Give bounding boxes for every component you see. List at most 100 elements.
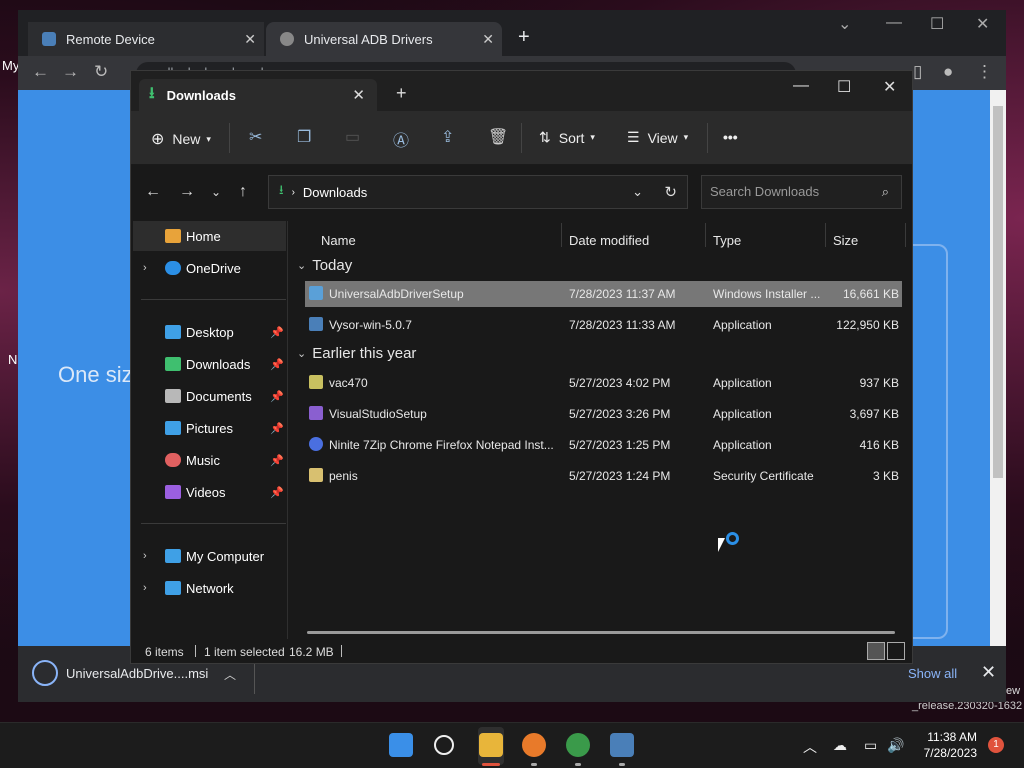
- file-row[interactable]: Vysor-win-5.0.7 7/28/2023 11:33 AM Appli…: [305, 312, 902, 338]
- file-type: Windows Installer ...: [713, 287, 821, 301]
- file-row[interactable]: Ninite 7Zip Chrome Firefox Notepad Inst.…: [305, 432, 902, 458]
- tab-search-icon[interactable]: ⌄: [838, 14, 851, 34]
- sidebar-item-onedrive[interactable]: › OneDrive: [133, 253, 286, 283]
- chevron-right-icon[interactable]: ›: [143, 550, 147, 562]
- forward-icon[interactable]: →: [179, 183, 195, 201]
- column-divider[interactable]: [561, 223, 562, 247]
- clock-date: 7/28/2023: [923, 746, 977, 760]
- search-input[interactable]: Search Downloads ⌕: [701, 175, 902, 209]
- file-row[interactable]: VisualStudioSetup 5/27/2023 3:26 PM Appl…: [305, 401, 902, 427]
- sidebar-item-label: Music: [186, 452, 220, 468]
- new-tab-button[interactable]: +: [396, 83, 407, 104]
- group-header-today[interactable]: ⌄ Today: [297, 257, 352, 274]
- column-header-size[interactable]: Size: [833, 233, 858, 248]
- file-row[interactable]: penis 5/27/2023 1:24 PM Security Certifi…: [305, 463, 902, 489]
- show-all-downloads-link[interactable]: Show all: [908, 666, 957, 681]
- minimize-icon[interactable]: —: [793, 77, 809, 95]
- forward-icon[interactable]: →: [62, 62, 79, 82]
- sidebar-item-videos[interactable]: Videos 📌: [133, 477, 286, 507]
- column-header-name[interactable]: Name: [321, 233, 356, 248]
- delete-icon[interactable]: 🗑: [488, 127, 508, 147]
- close-tab-icon[interactable]: ✕: [482, 31, 494, 48]
- copy-icon[interactable]: ❐: [297, 127, 311, 147]
- chevron-right-icon[interactable]: ›: [143, 262, 147, 274]
- sidebar-item-documents[interactable]: Documents 📌: [133, 381, 286, 411]
- back-icon[interactable]: ←: [32, 62, 49, 82]
- rename-icon[interactable]: Ⓐ: [393, 127, 409, 151]
- column-header-date[interactable]: Date modified: [569, 233, 649, 248]
- sidebar-item-downloads[interactable]: Downloads 📌: [133, 349, 286, 379]
- computer-icon: [165, 549, 181, 563]
- horizontal-scrollbar[interactable]: [307, 631, 895, 634]
- close-icon[interactable]: ✕: [883, 77, 896, 97]
- menu-icon[interactable]: ⋮: [976, 62, 993, 82]
- view-button[interactable]: ☰ View ▾: [627, 129, 688, 146]
- firefox-icon[interactable]: [522, 733, 546, 757]
- scrollbar-thumb[interactable]: [993, 106, 1003, 478]
- details-view-icon[interactable]: [867, 642, 885, 660]
- profile-icon[interactable]: ●: [943, 62, 953, 82]
- sidebar-item-home[interactable]: Home: [133, 221, 286, 251]
- sidebar-item-music[interactable]: Music 📌: [133, 445, 286, 475]
- chevron-up-icon[interactable]: ︿: [224, 666, 236, 683]
- search-icon[interactable]: [434, 735, 454, 755]
- clock[interactable]: 11:38 AM 7/28/2023: [915, 729, 977, 761]
- maximize-icon[interactable]: ☐: [837, 77, 851, 97]
- notification-badge[interactable]: 1: [988, 737, 1004, 753]
- file-explorer-icon[interactable]: [479, 733, 503, 757]
- refresh-icon[interactable]: ↻: [664, 183, 677, 201]
- sidebar-item-pictures[interactable]: Pictures 📌: [133, 413, 286, 443]
- sort-button[interactable]: ⇅ Sort ▾: [539, 129, 595, 146]
- column-divider[interactable]: [905, 223, 906, 247]
- tab-label: Downloads: [166, 87, 236, 103]
- close-icon[interactable]: ✕: [976, 14, 989, 34]
- cut-icon[interactable]: ✂: [249, 127, 262, 147]
- sidebar-item-desktop[interactable]: Desktop 📌: [133, 317, 286, 347]
- display-icon[interactable]: ▭: [864, 737, 877, 754]
- chevron-up-icon[interactable]: ︿: [803, 737, 817, 757]
- chevron-right-icon[interactable]: ›: [143, 582, 147, 594]
- address-bar[interactable]: ⭳ › Downloads ⌄ ↻: [268, 175, 688, 209]
- browser-tab-universal-adb[interactable]: Universal ADB Drivers ✕: [266, 22, 502, 56]
- minimize-icon[interactable]: —: [886, 14, 902, 32]
- column-header-type[interactable]: Type: [713, 233, 741, 248]
- column-divider[interactable]: [705, 223, 706, 247]
- recent-locations-icon[interactable]: ⌄: [211, 185, 221, 199]
- close-tab-icon[interactable]: ✕: [352, 86, 365, 104]
- chevron-down-icon[interactable]: ⌄: [632, 184, 643, 200]
- new-button[interactable]: ⊕ New ▾: [151, 129, 211, 149]
- network-icon[interactable]: ☁: [833, 737, 847, 754]
- reload-icon[interactable]: ↻: [94, 62, 108, 82]
- close-download-bar-icon[interactable]: ✕: [981, 662, 996, 683]
- pin-icon: 📌: [270, 326, 284, 339]
- picture-icon: [165, 421, 181, 435]
- volume-icon[interactable]: 🔊: [887, 737, 904, 754]
- file-row[interactable]: UniversalAdbDriverSetup 7/28/2023 11:37 …: [305, 281, 902, 307]
- file-name: UniversalAdbDriverSetup: [329, 287, 464, 301]
- file-row[interactable]: vac470 5/27/2023 4:02 PM Application 937…: [305, 370, 902, 396]
- share-icon[interactable]: ⇪: [441, 127, 454, 147]
- sidebar-item-my-computer[interactable]: › My Computer: [133, 541, 286, 571]
- explorer-tab-downloads[interactable]: ⭳ Downloads ✕: [139, 79, 377, 111]
- maximize-icon[interactable]: ☐: [930, 14, 944, 34]
- chrome-icon[interactable]: [566, 733, 590, 757]
- vysor-icon[interactable]: [610, 733, 634, 757]
- column-divider[interactable]: [825, 223, 826, 247]
- sidebar-icon[interactable]: ▯: [913, 62, 922, 82]
- breadcrumb-downloads[interactable]: Downloads: [303, 185, 367, 200]
- divider: [141, 299, 286, 300]
- start-icon[interactable]: [389, 733, 413, 757]
- back-icon[interactable]: ←: [145, 183, 161, 201]
- sidebar-item-network[interactable]: › Network: [133, 573, 286, 603]
- navigation-pane: Home › OneDrive Desktop 📌 Downloads 📌 Do…: [131, 221, 288, 639]
- up-icon[interactable]: ↑: [239, 183, 247, 201]
- group-header-earlier[interactable]: ⌄ Earlier this year: [297, 345, 416, 362]
- more-options-button[interactable]: •••: [723, 129, 738, 145]
- close-tab-icon[interactable]: ✕: [244, 31, 256, 48]
- view-label: View: [647, 129, 678, 146]
- browser-tab-remote-device[interactable]: Remote Device ✕: [28, 22, 264, 56]
- tiles-view-icon[interactable]: [887, 642, 905, 660]
- new-tab-button[interactable]: +: [518, 26, 530, 49]
- paste-icon[interactable]: ▭: [345, 127, 360, 147]
- page-scrollbar[interactable]: [990, 90, 1006, 646]
